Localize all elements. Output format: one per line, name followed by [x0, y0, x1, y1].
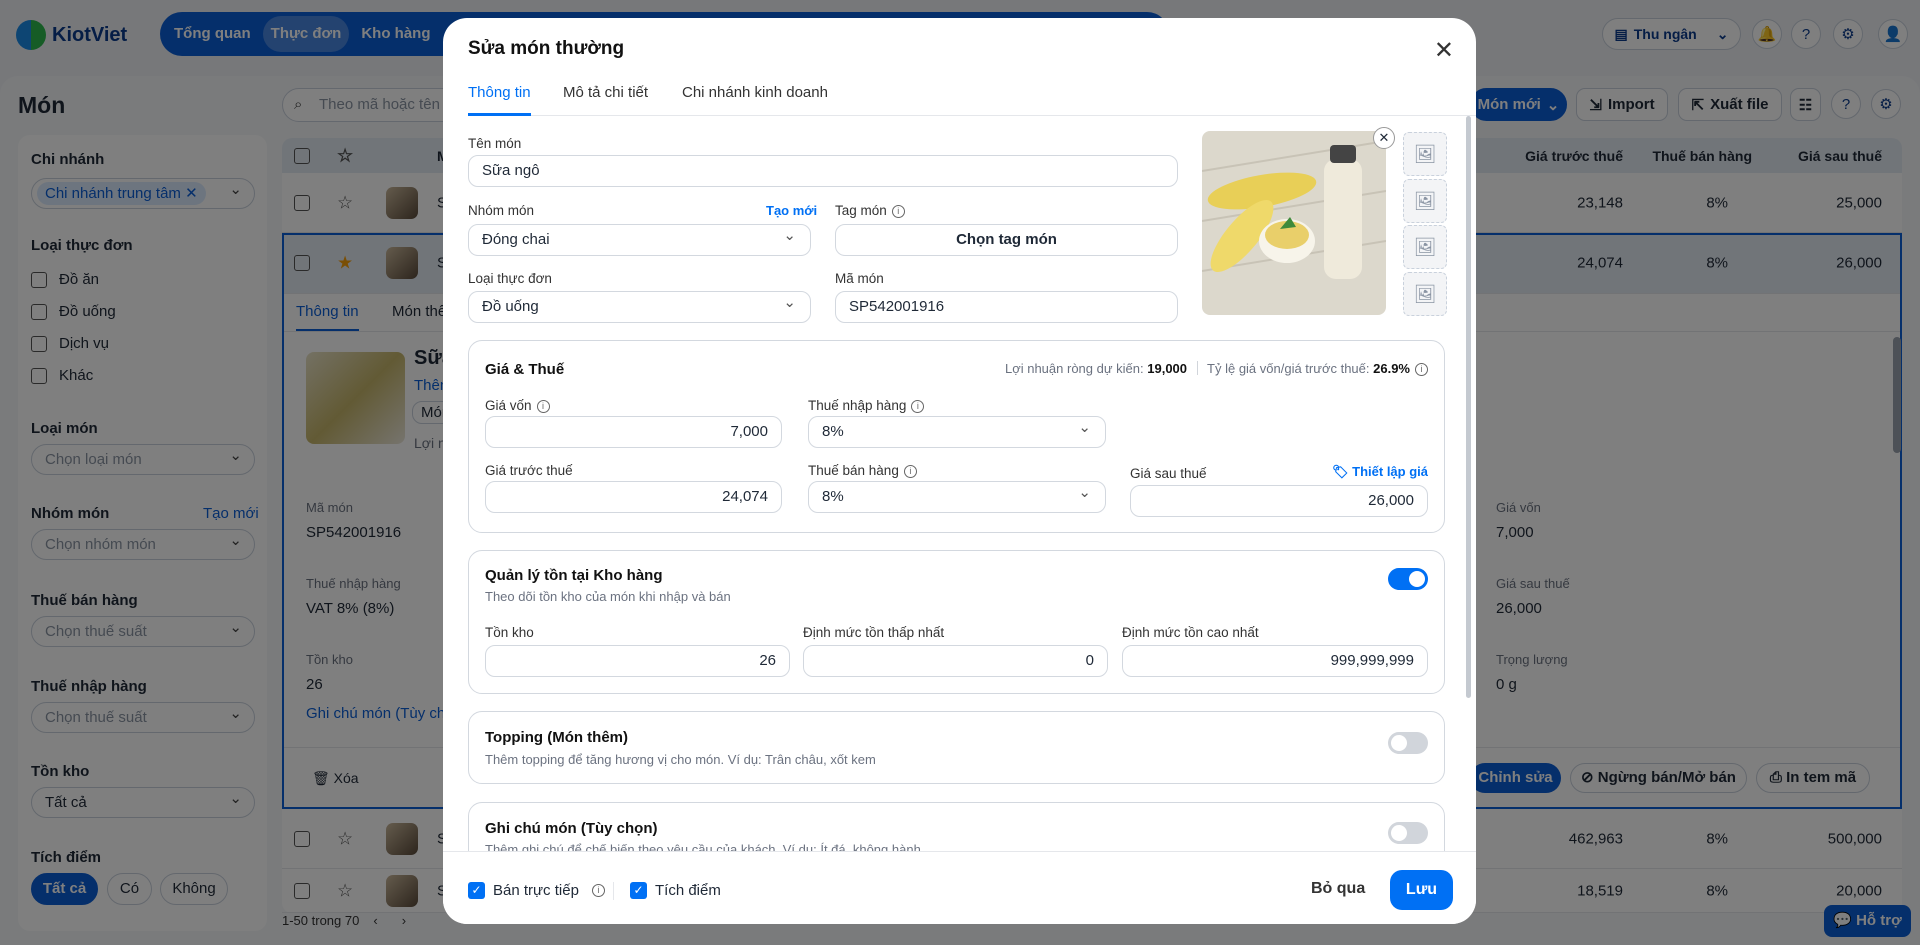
set-price-link[interactable]: 🏷 Thiết lập giá [1332, 464, 1428, 480]
cost-input[interactable]: 7,000 [485, 416, 782, 448]
modal-scrollbar[interactable] [1466, 116, 1471, 698]
image-placeholder-icon[interactable]: 🖼 [1403, 179, 1447, 223]
image-placeholder-icon[interactable]: 🖼 [1403, 272, 1447, 316]
code-label: Mã món [835, 271, 884, 286]
group-select[interactable]: Đóng chai [468, 221, 811, 256]
import-tax-label: Thuế nhập hàng i [808, 398, 925, 413]
stock-qty-input[interactable]: 26 [485, 645, 790, 677]
edit-item-modal: Sửa món thường ✕ Thông tin Mô tả chi tiế… [443, 18, 1476, 924]
info-icon[interactable]: i [903, 465, 917, 478]
menu-type-select[interactable]: Đồ uống [468, 288, 811, 323]
info-icon[interactable]: i [1415, 363, 1428, 376]
save-button[interactable]: Lưu [1390, 870, 1453, 910]
modal-title: Sửa món thường [468, 38, 625, 59]
info-icon[interactable]: i [591, 884, 605, 897]
tab-description[interactable]: Mô tả chi tiết [563, 84, 648, 113]
import-tax-select[interactable]: 8% [808, 413, 1106, 448]
note-toggle[interactable] [1388, 822, 1428, 844]
stock-toggle[interactable] [1388, 568, 1428, 590]
topping-toggle[interactable] [1388, 732, 1428, 754]
info-icon[interactable]: i [891, 205, 905, 218]
check-icon: ✓ [630, 882, 647, 899]
info-icon[interactable]: i [911, 400, 925, 413]
modal-footer: ✓ Bán trực tiếp i ✓ Tích điểm Bỏ qua Lưu [443, 851, 1476, 924]
pretax-input[interactable]: 24,074 [485, 481, 782, 513]
stock-min-label: Định mức tồn thấp nhất [803, 625, 945, 640]
tag-icon: 🏷 [1332, 464, 1349, 479]
points-checkbox[interactable]: ✓ Tích điểm [630, 882, 721, 899]
check-icon: ✓ [468, 882, 485, 899]
price-summary: Lợi nhuận ròng dự kiến: 19,000 Tỷ lệ giá… [1005, 361, 1428, 376]
tag-label: Tag món i [835, 203, 905, 218]
stock-max-input[interactable]: 999,999,999 [1122, 645, 1428, 677]
close-icon[interactable]: ✕ [1434, 36, 1454, 65]
tab-divider [468, 115, 1476, 116]
topping-subtitle: Thêm topping để tăng hương vị cho món. V… [485, 752, 876, 767]
stock-min-input[interactable]: 0 [803, 645, 1108, 677]
remove-photo-icon[interactable]: ✕ [1373, 127, 1395, 149]
menu-type-label: Loại thực đơn [468, 271, 552, 286]
stock-qty-label: Tồn kho [485, 625, 534, 640]
name-input[interactable]: Sữa ngô [468, 155, 1178, 187]
stock-title: Quản lý tồn tại Kho hàng [485, 567, 663, 584]
topping-title: Topping (Món thêm) [485, 729, 629, 746]
sale-tax-label: Thuế bán hàng i [808, 463, 917, 478]
cost-label: Giá vốn i [485, 398, 550, 413]
topping-card: Topping (Món thêm) Thêm topping để tăng … [468, 711, 1445, 784]
stock-subtitle: Theo dõi tồn kho của món khi nhập và bán [485, 589, 731, 604]
create-group-link[interactable]: Tạo mới [766, 203, 817, 218]
sale-tax-select[interactable]: 8% [808, 478, 1106, 513]
item-photo [1202, 131, 1386, 315]
direct-sale-checkbox[interactable]: ✓ Bán trực tiếp i [468, 882, 605, 899]
price-title: Giá & Thuế [485, 361, 565, 378]
group-label: Nhóm món [468, 203, 535, 218]
stock-card: Quản lý tồn tại Kho hàng Theo dõi tồn kh… [468, 550, 1445, 694]
divider [613, 882, 614, 900]
cancel-button[interactable]: Bỏ qua [1311, 880, 1365, 898]
info-icon[interactable]: i [536, 400, 550, 413]
pretax-label: Giá trước thuế [485, 463, 573, 478]
image-placeholder-icon[interactable]: 🖼 [1403, 225, 1447, 269]
stock-max-label: Định mức tồn cao nhất [1122, 625, 1259, 640]
posttax-input[interactable]: 26,000 [1130, 485, 1428, 517]
image-placeholder-icon[interactable]: 🖼 [1403, 132, 1447, 176]
choose-tag-button[interactable]: Chọn tag món [835, 224, 1178, 256]
tab-info[interactable]: Thông tin [468, 84, 531, 116]
price-tax-card: Giá & Thuế Lợi nhuận ròng dự kiến: 19,00… [468, 340, 1445, 533]
code-input[interactable]: SP542001916 [835, 291, 1178, 323]
posttax-label: Giá sau thuế [1130, 466, 1207, 481]
note-title: Ghi chú món (Tùy chọn) [485, 820, 658, 837]
name-label: Tên món [468, 136, 522, 151]
tab-branches[interactable]: Chi nhánh kinh doanh [682, 84, 828, 113]
